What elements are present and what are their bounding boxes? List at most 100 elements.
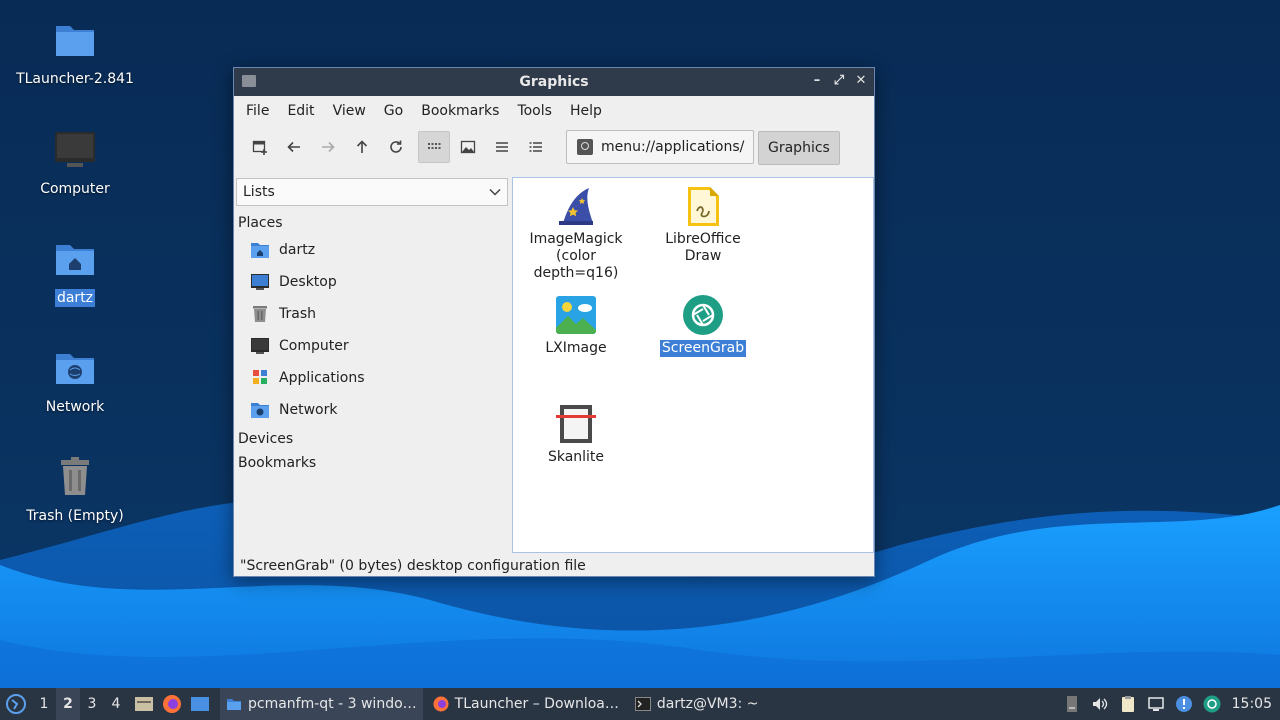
- forward-button[interactable]: [312, 131, 344, 163]
- firefox-launcher-icon[interactable]: [162, 694, 182, 714]
- menu-tools[interactable]: Tools: [509, 99, 560, 123]
- workspace-2[interactable]: 2: [56, 688, 80, 720]
- file-item-label: ImageMagick (color depth=q16): [529, 231, 623, 281]
- menu-bookmarks[interactable]: Bookmarks: [413, 99, 507, 123]
- file-item-label: Skanlite: [547, 449, 605, 465]
- desktop-icon-home[interactable]: dartz: [0, 237, 150, 307]
- trash-icon: [253, 306, 267, 322]
- skanlite-icon: [556, 405, 596, 443]
- file-item-libreoffice-draw[interactable]: LibreOffice Draw: [643, 185, 763, 265]
- compact-view-button[interactable]: [486, 131, 518, 163]
- libreoffice-draw-icon: [688, 187, 719, 226]
- menu-help[interactable]: Help: [562, 99, 610, 123]
- desktop-icon-label: Trash (Empty): [26, 508, 124, 524]
- menu-edit[interactable]: Edit: [279, 99, 322, 123]
- sidebar-item-label: Desktop: [279, 274, 337, 290]
- screengrab-icon: [683, 295, 723, 335]
- arrow-left-icon: [287, 141, 300, 153]
- lximage-icon: [556, 296, 596, 334]
- screengrab-tray-icon[interactable]: [1203, 695, 1221, 713]
- workspace-4[interactable]: 4: [104, 696, 128, 712]
- start-menu-button[interactable]: [0, 694, 32, 714]
- back-button[interactable]: [278, 131, 310, 163]
- up-button[interactable]: [346, 131, 378, 163]
- close-button[interactable]: ✕: [852, 72, 870, 90]
- task-label: pcmanfm-qt - 3 windo…: [248, 696, 417, 712]
- desktop-icon-label: TLauncher-2.841: [16, 71, 134, 87]
- image-view-icon: [460, 140, 476, 154]
- sidebar-item-trash[interactable]: Trash: [236, 298, 510, 330]
- show-desktop-icon[interactable]: [190, 695, 210, 713]
- bookmarks-header[interactable]: Bookmarks: [236, 452, 510, 474]
- task-terminal[interactable]: dartz@VM3: ~: [629, 688, 765, 720]
- folder-view[interactable]: ImageMagick (color depth=q16) LibreOffic…: [512, 177, 874, 553]
- update-notifier-icon[interactable]: [1175, 695, 1193, 713]
- path-button-graphics[interactable]: Graphics: [758, 131, 840, 165]
- clock[interactable]: 15:05: [1232, 696, 1272, 712]
- desktop-icon-trash[interactable]: Trash (Empty): [0, 455, 150, 525]
- sidebar-item-label: Computer: [279, 338, 349, 354]
- detailed-list-icon: [529, 142, 542, 152]
- new-tab-icon: [252, 140, 267, 155]
- task-tlauncher[interactable]: TLauncher – Downloa…: [427, 688, 625, 720]
- icon-view-button[interactable]: [418, 131, 450, 163]
- removable-media-icon[interactable]: [1063, 695, 1081, 713]
- file-manager-launcher-icon[interactable]: [134, 695, 154, 713]
- sidebar-item-desktop[interactable]: Desktop: [236, 266, 510, 298]
- file-item-label: LibreOffice Draw: [665, 231, 741, 264]
- task-pcmanfm[interactable]: pcmanfm-qt - 3 windo…: [220, 688, 423, 720]
- taskbar: 1 2 3 4 pcmanfm-qt - 3 windo… TLauncher …: [0, 688, 1280, 720]
- detailed-list-button[interactable]: [520, 131, 552, 163]
- arrow-up-icon: [356, 140, 368, 153]
- status-bar: "ScreenGrab" (0 bytes) desktop configura…: [240, 558, 586, 574]
- folder-icon: [56, 26, 94, 56]
- reload-button[interactable]: [380, 131, 412, 163]
- file-item-lximage[interactable]: LXImage: [516, 294, 636, 357]
- sidebar-item-label: Trash: [279, 306, 316, 322]
- side-pane-mode-select[interactable]: Lists: [236, 178, 508, 206]
- network-status-icon[interactable]: [1147, 695, 1165, 713]
- lubuntu-logo-icon: [6, 694, 26, 714]
- network-folder-icon: [251, 403, 269, 418]
- compact-list-icon: [496, 142, 508, 152]
- applications-icon: [253, 370, 267, 384]
- window-folder-icon: [242, 75, 256, 87]
- location-icon: [577, 139, 593, 155]
- task-label: TLauncher – Downloa…: [454, 696, 619, 712]
- computer-icon: [55, 132, 95, 167]
- address-bar[interactable]: menu://applications/: [566, 130, 754, 164]
- minimize-button[interactable]: –: [808, 72, 826, 90]
- places-header[interactable]: Places: [236, 212, 510, 234]
- desktop-icon-tlauncher[interactable]: TLauncher-2.841: [0, 18, 150, 88]
- volume-icon[interactable]: [1091, 695, 1109, 713]
- clipboard-icon[interactable]: [1119, 695, 1137, 713]
- sidebar-item-dartz[interactable]: dartz: [236, 234, 510, 266]
- desktop-icon: [251, 274, 269, 290]
- chevron-down-icon: [489, 188, 501, 196]
- menu-go[interactable]: Go: [376, 99, 411, 123]
- new-tab-button[interactable]: [244, 131, 276, 163]
- devices-header[interactable]: Devices: [236, 428, 510, 450]
- desktop-icon-network[interactable]: Network: [0, 346, 150, 416]
- menu-file[interactable]: File: [238, 99, 277, 123]
- thumbnail-view-button[interactable]: [452, 131, 484, 163]
- sidebar-item-label: Network: [279, 402, 338, 418]
- file-manager-window: Graphics – ⤢ ✕ File Edit View Go Bookmar…: [233, 67, 875, 577]
- menu-view[interactable]: View: [325, 99, 374, 123]
- maximize-button[interactable]: ⤢: [830, 72, 848, 90]
- window-titlebar[interactable]: Graphics – ⤢ ✕: [234, 68, 874, 96]
- system-tray: 15:05: [1058, 695, 1280, 713]
- file-item-skanlite[interactable]: Skanlite: [516, 403, 636, 466]
- imagemagick-icon: [559, 188, 593, 225]
- desktop-icon-computer[interactable]: Computer: [0, 128, 150, 198]
- sidebar-item-network[interactable]: Network: [236, 394, 510, 426]
- sidebar-item-label: Applications: [279, 370, 365, 386]
- workspace-3[interactable]: 3: [80, 696, 104, 712]
- file-item-screengrab[interactable]: ScreenGrab: [643, 294, 763, 357]
- workspace-1[interactable]: 1: [32, 696, 56, 712]
- sidebar-item-applications[interactable]: Applications: [236, 362, 510, 394]
- sidebar-item-label: dartz: [279, 242, 316, 258]
- file-item-imagemagick[interactable]: ImageMagick (color depth=q16): [516, 185, 636, 282]
- sidebar-item-computer[interactable]: Computer: [236, 330, 510, 362]
- terminal-icon: [634, 697, 651, 711]
